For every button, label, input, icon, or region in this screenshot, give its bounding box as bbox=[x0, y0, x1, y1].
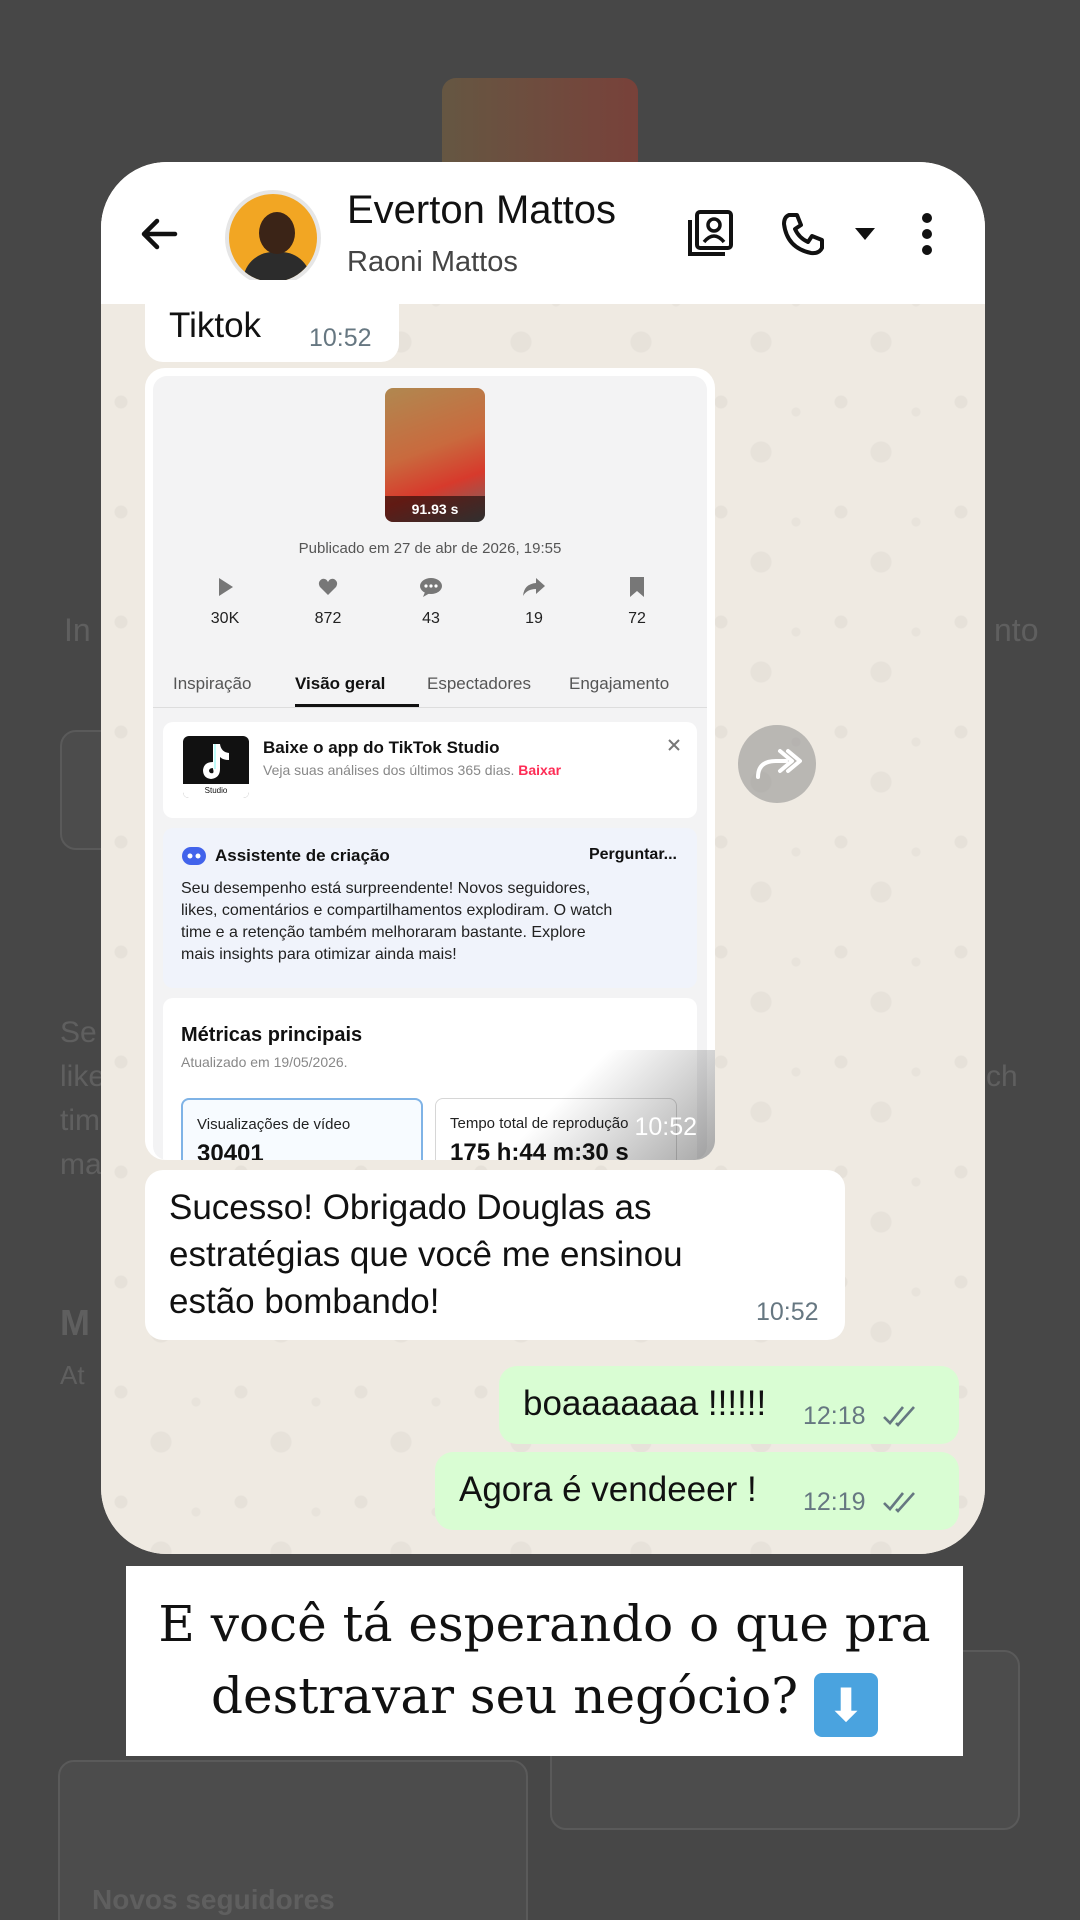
forward-button[interactable] bbox=[738, 725, 816, 803]
message-time: 10:52 bbox=[309, 324, 372, 352]
tab-espectadores: Espectadores bbox=[427, 674, 531, 693]
back-arrow-icon[interactable] bbox=[135, 210, 183, 258]
bookmark-icon bbox=[630, 577, 644, 597]
tab-inspiracao: Inspiração bbox=[173, 674, 252, 693]
stat-views: 30K bbox=[180, 576, 270, 628]
studio-banner: Studio Baixe o app do TikTok Studio Veja… bbox=[163, 722, 697, 818]
contact-name[interactable]: Everton Mattos bbox=[347, 188, 616, 233]
stat-saves: 72 bbox=[592, 576, 682, 628]
contact-card-icon[interactable] bbox=[685, 208, 737, 260]
tab-visao-geral: Visão geral bbox=[295, 674, 386, 693]
phone-icon[interactable] bbox=[779, 210, 827, 258]
tiktok-studio-screenshot: 91.93 s Publicado em 27 de abr de 2026, … bbox=[153, 376, 707, 1160]
avatar[interactable] bbox=[225, 190, 321, 286]
incoming-message[interactable]: Sucesso! Obrigado Douglas as estratégias… bbox=[145, 1170, 845, 1340]
tiktok-studio-logo: Studio bbox=[183, 736, 249, 798]
stat-comments: 43 bbox=[386, 576, 476, 628]
background-text: ch bbox=[986, 1060, 1018, 1093]
message-time: 12:19 bbox=[803, 1488, 866, 1516]
banner-title: Baixe o app do TikTok Studio bbox=[263, 738, 500, 757]
caption-box: E você tá esperando o que pra destravar … bbox=[126, 1566, 963, 1756]
message-text: boaaaaaaa !!!!!! bbox=[523, 1384, 767, 1423]
assistant-message: Seu desempenho está surpreendente! Novos… bbox=[181, 880, 613, 963]
background-text: At bbox=[60, 1360, 85, 1390]
outgoing-message[interactable]: Agora é vendeeer ! 12:19 bbox=[435, 1452, 959, 1530]
share-icon bbox=[523, 578, 545, 596]
video-duration: 91.93 s bbox=[385, 496, 485, 522]
message-text: Tiktok bbox=[169, 306, 262, 345]
banner-link: Baixar bbox=[518, 762, 562, 778]
stat-likes: 872 bbox=[283, 576, 373, 628]
assistant-action: Perguntar... bbox=[588, 846, 677, 863]
background-text: tim bbox=[60, 1104, 100, 1137]
background-text: M bbox=[60, 1302, 90, 1343]
heart-icon bbox=[318, 578, 338, 595]
more-options-icon[interactable] bbox=[919, 210, 935, 258]
close-icon bbox=[668, 739, 680, 751]
chat-window: Everton Mattos Raoni Mattos Tiktok 10:52… bbox=[101, 162, 985, 1554]
published-date: Publicado em 27 de abr de 2026, 19:55 bbox=[298, 540, 562, 557]
background-text: Se bbox=[60, 1016, 97, 1049]
background-text: In bbox=[64, 612, 91, 648]
metric-views: Visualizações de vídeo 30401 bbox=[181, 1098, 423, 1160]
background-text: ma bbox=[60, 1148, 102, 1181]
assistant-icon bbox=[182, 847, 206, 865]
image-shadow-overlay bbox=[515, 1050, 715, 1160]
background-text: nto bbox=[994, 612, 1039, 648]
down-arrow-icon: ⬇ bbox=[813, 1673, 878, 1737]
video-thumbnail: 91.93 s bbox=[385, 388, 485, 522]
background-label: Novos seguidores bbox=[92, 1884, 335, 1915]
creation-assistant-panel: Assistente de criação Perguntar... Seu d… bbox=[163, 828, 697, 988]
metrics-title: Métricas principais bbox=[181, 1024, 363, 1046]
message-time: 12:18 bbox=[803, 1402, 866, 1430]
message-time: 10:52 bbox=[756, 1298, 819, 1326]
contact-subtitle: Raoni Mattos bbox=[347, 246, 518, 278]
message-text: Sucesso! Obrigado Douglas as estratégias… bbox=[169, 1188, 683, 1321]
message-text: Agora é vendeeer ! bbox=[459, 1470, 757, 1509]
banner-subtitle: Veja suas análises dos últimos 365 dias.… bbox=[263, 762, 562, 778]
read-receipt-icon bbox=[883, 1492, 915, 1513]
background-text: like bbox=[60, 1060, 106, 1093]
forward-icon bbox=[756, 749, 802, 779]
outgoing-message[interactable]: boaaaaaaa !!!!!! 12:18 bbox=[499, 1366, 959, 1444]
chevron-down-icon[interactable] bbox=[853, 226, 877, 242]
play-icon bbox=[219, 578, 233, 596]
message-time: 10:52 bbox=[634, 1113, 697, 1141]
assistant-title: Assistente de criação bbox=[215, 846, 390, 865]
read-receipt-icon bbox=[883, 1406, 915, 1427]
tab-engajamento: Engajamento bbox=[569, 674, 670, 693]
metrics-updated: Atualizado em 19/05/2026. bbox=[181, 1054, 348, 1070]
stat-shares: 19 bbox=[489, 576, 579, 628]
incoming-message[interactable]: Tiktok 10:52 bbox=[145, 280, 399, 362]
analytics-tabs: Inspiração Visão geral Espectadores Enga… bbox=[153, 662, 707, 708]
comment-icon bbox=[420, 578, 442, 597]
caption-text: E você tá esperando o que pra destravar … bbox=[126, 1588, 963, 1737]
active-tab-indicator bbox=[295, 704, 419, 707]
incoming-image-message[interactable]: 91.93 s Publicado em 27 de abr de 2026, … bbox=[145, 368, 715, 1160]
